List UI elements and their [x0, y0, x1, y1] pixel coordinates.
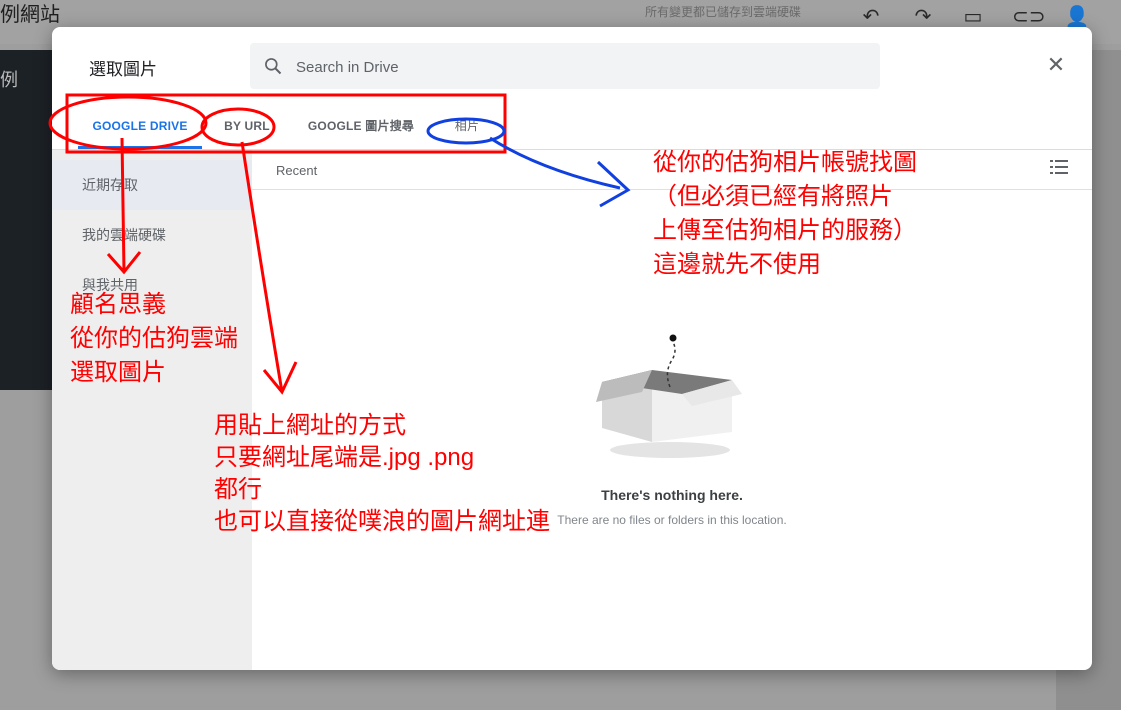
tab-by-url[interactable]: BY URL: [224, 109, 270, 149]
drive-note: 顧名思義 從你的估狗雲端 選取圖片: [70, 288, 238, 390]
url-note-line: 只要網址尾端是.jpg .png: [214, 444, 475, 471]
close-icon[interactable]: ✕: [1044, 53, 1068, 77]
section-label: Recent: [276, 163, 318, 178]
tab-google-drive[interactable]: GOOGLE DRIVE: [78, 109, 202, 149]
background-panel: [0, 50, 54, 390]
background-panel-text: 例: [0, 70, 18, 90]
dialog-title: 選取圖片: [89, 60, 157, 79]
photos-note-line: （但必須已經有將照片: [653, 183, 893, 210]
search-icon: [265, 58, 282, 75]
photos-note: 從你的估狗相片帳號找圖 （但必須已經有將照片 上傳至估狗相片的服務） 這邊就先不…: [653, 146, 917, 282]
drive-note-line: 顧名思義: [70, 291, 166, 318]
url-note: 用貼上網址的方式 只要網址尾端是.jpg .png 都行 也可以直接從噗浪的圖片…: [214, 410, 550, 538]
url-note-line: 也可以直接從噗浪的圖片網址連: [214, 508, 550, 535]
photos-note-line: 上傳至估狗相片的服務）: [653, 217, 917, 244]
url-note-line: 用貼上網址的方式: [214, 412, 406, 439]
sidebar-item-my-drive[interactable]: 我的雲端硬碟: [52, 210, 252, 260]
search-input[interactable]: [294, 43, 858, 91]
photos-note-line: 這邊就先不使用: [653, 251, 821, 278]
empty-state-title: There's nothing here.: [601, 487, 743, 503]
tab-bar: GOOGLE DRIVE BY URL GOOGLE 圖片搜尋 相片: [52, 109, 1092, 150]
url-note-line: 都行: [214, 476, 262, 503]
tab-photos[interactable]: 相片: [450, 109, 484, 149]
site-title: 例網站: [0, 4, 60, 26]
list-view-icon[interactable]: [1050, 159, 1068, 175]
tab-google-image-search[interactable]: GOOGLE 圖片搜尋: [307, 109, 415, 149]
drive-note-line: 從你的估狗雲端: [70, 325, 238, 352]
search-box[interactable]: [250, 43, 880, 91]
empty-state-subtitle: There are no files or folders in this lo…: [557, 513, 787, 527]
empty-box-illustration: [596, 334, 742, 458]
drive-note-line: 選取圖片: [70, 359, 166, 386]
sidebar-item-recent[interactable]: 近期存取: [52, 160, 252, 210]
photos-note-line: 從你的估狗相片帳號找圖: [653, 149, 917, 176]
saved-status: 所有變更都已儲存到雲端硬碟: [645, 5, 802, 19]
